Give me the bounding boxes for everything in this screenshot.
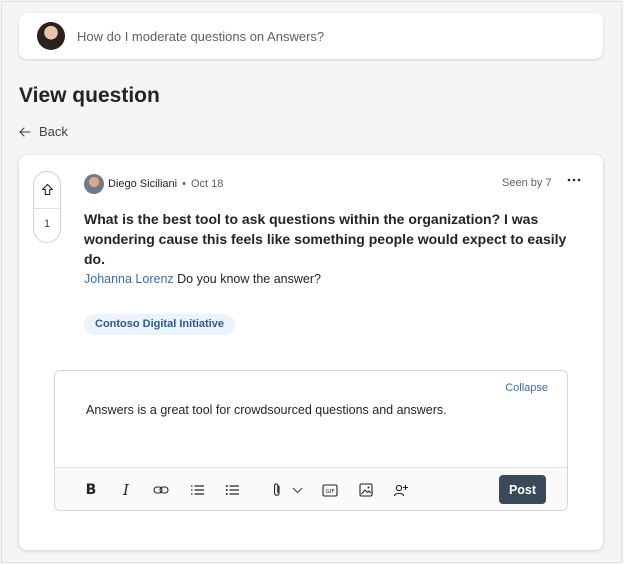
reply-input[interactable]: Answers is a great tool for crowdsourced… (86, 403, 447, 417)
reply-composer: Collapse Answers is a great tool for cro… (54, 370, 568, 511)
gif-icon[interactable]: GIF (321, 481, 339, 499)
question-body-text: Do you know the answer? (173, 272, 321, 286)
author-avatar[interactable] (84, 174, 104, 194)
mention-people-icon[interactable] (392, 481, 410, 499)
chevron-down-icon[interactable] (288, 481, 306, 499)
more-horizontal-icon (567, 178, 581, 182)
topic-tag[interactable]: Contoso Digital Initiative (84, 314, 235, 335)
seen-by-count[interactable]: Seen by 7 (502, 177, 552, 189)
ask-question-bar[interactable]: How do I moderate questions on Answers? (19, 13, 603, 59)
author-row: Diego Siciliani • Oct 18 (84, 174, 223, 194)
svg-text:GIF: GIF (325, 489, 334, 495)
image-icon[interactable] (357, 481, 375, 499)
bulleted-list-icon[interactable] (223, 481, 241, 499)
post-button[interactable]: Post (499, 475, 546, 504)
user-avatar (37, 22, 65, 50)
upvote-button[interactable] (34, 172, 60, 206)
back-link[interactable]: Back (19, 124, 68, 139)
question-card: 1 Diego Siciliani • Oct 18 Seen by 7 Wha… (19, 155, 603, 550)
italic-icon[interactable]: I (117, 481, 135, 499)
vote-count: 1 (43, 218, 51, 230)
back-label: Back (39, 124, 68, 139)
vote-widget: 1 (33, 171, 61, 243)
mention-link[interactable]: Johanna Lorenz (84, 272, 174, 286)
arrow-up-icon (41, 183, 53, 195)
link-icon[interactable] (152, 481, 170, 499)
page-title: View question (19, 84, 160, 107)
ask-question-input[interactable]: How do I moderate questions on Answers? (77, 29, 324, 44)
author-name[interactable]: Diego Siciliani (108, 178, 177, 190)
arrow-left-icon (19, 126, 31, 137)
question-text: What is the best tool to ask questions w… (84, 211, 567, 267)
vote-divider (34, 208, 60, 209)
post-date: Oct 18 (190, 178, 224, 190)
collapse-button[interactable]: Collapse (505, 382, 548, 394)
more-options-button[interactable] (567, 173, 581, 187)
meta-separator: • (182, 178, 186, 190)
formatting-toolbar: B I GIF Post (55, 467, 567, 510)
attach-icon[interactable] (268, 481, 286, 499)
question-body: Johanna Lorenz Do you know the answer? (84, 272, 321, 286)
bold-icon[interactable]: B (82, 481, 100, 499)
numbered-list-icon[interactable] (188, 481, 206, 499)
